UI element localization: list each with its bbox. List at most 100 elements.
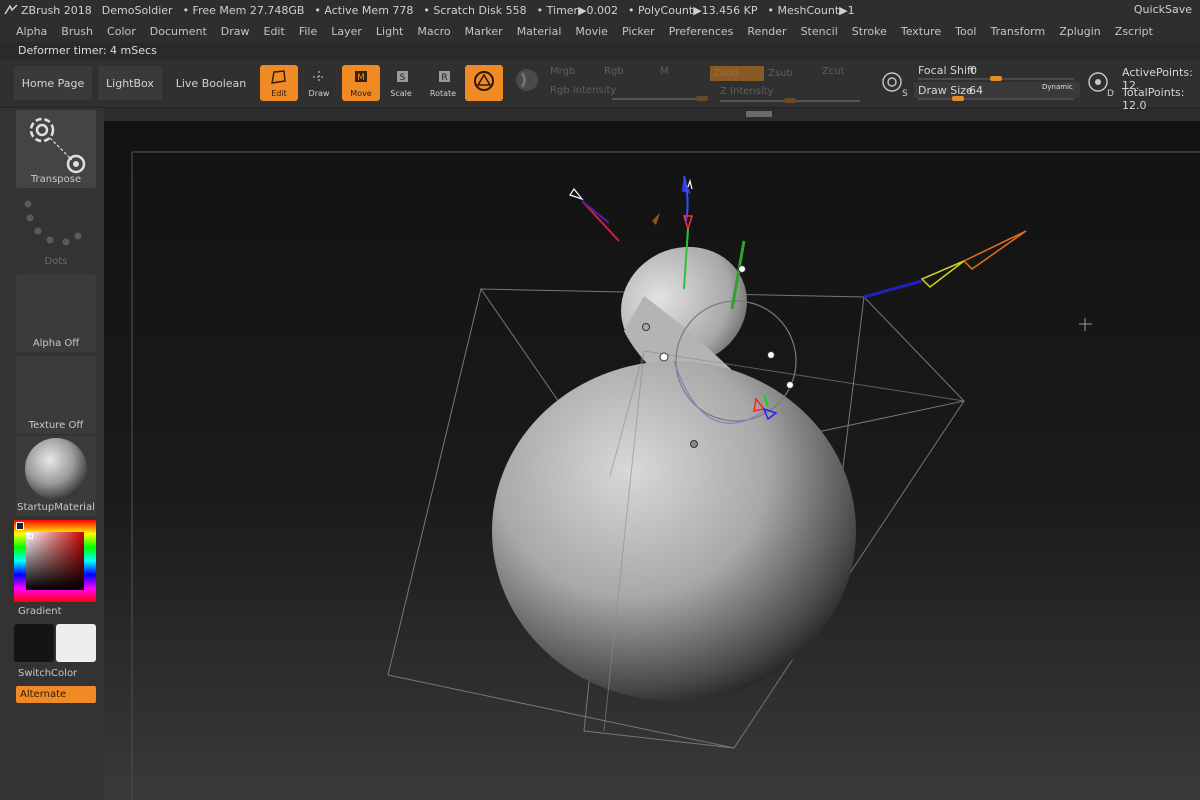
- home-page-button[interactable]: Home Page: [14, 66, 92, 100]
- scale-icon: S: [397, 71, 408, 83]
- dots-stroke-icon: [24, 200, 82, 246]
- rotate-mode-button[interactable]: R Rotate: [424, 65, 462, 101]
- menu-movie[interactable]: Movie: [575, 25, 608, 38]
- draw-mode-button[interactable]: Draw: [300, 65, 338, 101]
- free-mem: • Free Mem 27.748GB: [182, 3, 305, 17]
- draw-label: Draw: [308, 89, 330, 98]
- menu-preferences[interactable]: Preferences: [669, 25, 734, 38]
- viewport-scene: [131, 151, 1200, 800]
- rgb-toggle[interactable]: Rgb: [604, 66, 624, 77]
- menu-edit[interactable]: Edit: [264, 25, 285, 38]
- switch-color-button[interactable]: SwitchColor: [18, 668, 77, 679]
- menu-document[interactable]: Document: [150, 25, 207, 38]
- horizontal-scrollbar[interactable]: [104, 109, 1200, 121]
- menu-stroke[interactable]: Stroke: [852, 25, 887, 38]
- zcut-toggle[interactable]: Zcut: [822, 66, 845, 77]
- menu-brush[interactable]: Brush: [61, 25, 93, 38]
- lightbox-button[interactable]: LightBox: [98, 66, 162, 100]
- document-name: DemoSoldier: [101, 3, 173, 17]
- focal-s-icon[interactable]: S: [880, 70, 908, 98]
- dynamic-toggle[interactable]: Dynamic: [1042, 83, 1073, 91]
- alternate-button[interactable]: Alternate: [16, 686, 96, 703]
- color-picker-cursor[interactable]: [28, 534, 33, 539]
- menu-picker[interactable]: Picker: [622, 25, 655, 38]
- edit-label: Edit: [271, 89, 287, 98]
- zsub-toggle[interactable]: Zsub: [768, 68, 793, 79]
- transpose-brush-tile[interactable]: Transpose: [16, 110, 96, 188]
- left-tray: Transpose Dots Alpha Off Texture Off Sta…: [0, 108, 104, 800]
- menu-material[interactable]: Material: [517, 25, 562, 38]
- menu-layer[interactable]: Layer: [331, 25, 362, 38]
- draw-size-value: 64: [969, 84, 983, 97]
- color-picker-square[interactable]: [26, 532, 84, 590]
- rgb-intensity-slider[interactable]: [612, 96, 708, 101]
- scale-mode-button[interactable]: S Scale: [382, 65, 420, 101]
- menu-render[interactable]: Render: [747, 25, 786, 38]
- alpha-tile[interactable]: Alpha Off: [16, 274, 96, 352]
- transpose-icon: [29, 117, 86, 174]
- menu-draw[interactable]: Draw: [221, 25, 250, 38]
- menu-zplugin[interactable]: Zplugin: [1059, 25, 1101, 38]
- alpha-off-label: Alpha Off: [32, 338, 80, 349]
- menu-marker[interactable]: Marker: [465, 25, 503, 38]
- z-intensity-label: Z Intensity: [720, 86, 774, 97]
- move-label: Move: [350, 89, 372, 98]
- svg-text:D: D: [1107, 89, 1114, 98]
- transpose-label: Transpose: [30, 174, 82, 185]
- menu-zscript[interactable]: Zscript: [1115, 25, 1153, 38]
- scale-label: Scale: [390, 89, 412, 98]
- dots-stroke-tile[interactable]: Dots: [16, 192, 96, 270]
- z-intensity-slider[interactable]: [720, 98, 860, 103]
- meshcount: • MeshCount▶1: [767, 3, 855, 17]
- secondary-color-swatch[interactable]: [56, 624, 96, 662]
- menu-alpha[interactable]: Alpha: [16, 25, 47, 38]
- draw-icon: [313, 71, 325, 83]
- menu-texture[interactable]: Texture: [901, 25, 941, 38]
- mesh-body-sphere: [492, 361, 856, 701]
- svg-text:S: S: [902, 89, 908, 98]
- draw-size-slider[interactable]: [918, 96, 1074, 101]
- title-bar: ZBrush 2018 DemoSoldier • Free Mem 27.74…: [0, 0, 1200, 20]
- menu-stencil[interactable]: Stencil: [801, 25, 838, 38]
- deformer-timer-status: Deformer timer: 4 mSecs: [18, 44, 157, 57]
- color-picker[interactable]: [14, 520, 96, 602]
- gradient-label[interactable]: Gradient: [18, 606, 62, 617]
- main-color-swatch[interactable]: [14, 624, 54, 662]
- timer: • Timer▶0.002: [536, 3, 619, 17]
- app-title: ZBrush 2018: [21, 3, 92, 17]
- svg-text:M: M: [357, 73, 365, 83]
- move-mode-button[interactable]: M Move: [342, 65, 380, 101]
- focal-shift-slider[interactable]: [918, 76, 1074, 81]
- menu-transform[interactable]: Transform: [991, 25, 1046, 38]
- edit-mode-button[interactable]: Edit: [260, 65, 298, 101]
- menu-macro[interactable]: Macro: [417, 25, 450, 38]
- scratch-disk: • Scratch Disk 558: [423, 3, 527, 17]
- edit-icon: [271, 70, 286, 84]
- zadd-toggle[interactable]: Zadd: [710, 66, 764, 81]
- material-sphere-icon: [516, 68, 538, 91]
- material-sphere-button[interactable]: [508, 65, 546, 101]
- menu-tool[interactable]: Tool: [955, 25, 976, 38]
- menu-light[interactable]: Light: [376, 25, 403, 38]
- texture-tile[interactable]: Texture Off: [16, 356, 96, 434]
- material-preview-icon: [25, 438, 87, 500]
- rotate-label: Rotate: [429, 89, 457, 98]
- dots-label: Dots: [44, 256, 68, 267]
- scrollbar-thumb[interactable]: [746, 111, 772, 117]
- svg-text:R: R: [441, 73, 447, 83]
- m-toggle[interactable]: M: [660, 66, 669, 77]
- live-boolean-button[interactable]: Live Boolean: [168, 66, 254, 100]
- gizmo-3d-button[interactable]: [465, 65, 503, 101]
- menu-color[interactable]: Color: [107, 25, 136, 38]
- menu-bar: Alpha Brush Color Document Draw Edit Fil…: [0, 21, 1200, 42]
- zbrush-logo-icon: [4, 4, 18, 15]
- draw-size-label: Draw Size: [918, 84, 973, 97]
- focal-d-icon[interactable]: D: [1086, 70, 1114, 98]
- viewport-canvas[interactable]: [104, 121, 1200, 800]
- svg-text:S: S: [400, 73, 406, 83]
- material-tile[interactable]: StartupMaterial: [16, 436, 96, 516]
- mrgb-toggle[interactable]: Mrgb: [550, 66, 575, 77]
- color-swatch-marker[interactable]: [16, 522, 24, 530]
- menu-file[interactable]: File: [299, 25, 317, 38]
- quicksave-button[interactable]: QuickSave: [1134, 3, 1192, 16]
